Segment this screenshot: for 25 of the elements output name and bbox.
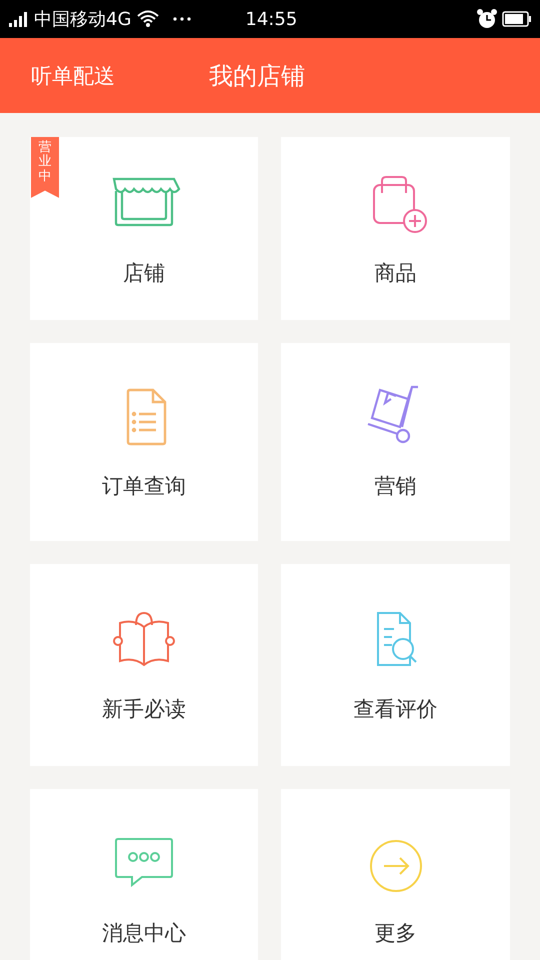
battery-icon — [502, 11, 532, 27]
menu-tile[interactable]: 营销 — [281, 343, 510, 541]
clock-time: 14:55 — [245, 8, 298, 30]
tile-label: 新手必读 — [102, 696, 186, 723]
wifi-icon — [137, 10, 160, 28]
menu-tile[interactable]: 订单查询 — [30, 343, 258, 541]
menu-tile[interactable]: 商品 — [281, 137, 510, 320]
carrier-name: 中国移动4G — [34, 8, 132, 31]
status-ribbon: 营业中 — [31, 137, 59, 198]
alarm-icon — [476, 8, 498, 30]
menu-tile[interactable]: 消息中心 — [30, 789, 258, 960]
menu-tile[interactable]: 更多 — [281, 789, 510, 960]
menu-tile[interactable]: 新手必读 — [30, 564, 258, 766]
menu-tile[interactable]: 营业中 店铺 — [30, 137, 258, 320]
tile-label: 商品 — [374, 260, 416, 286]
signal-icon — [8, 11, 30, 27]
tile-label: 查看评价 — [354, 696, 438, 723]
tile-label: 店铺 — [123, 260, 165, 286]
more-dots-icon — [173, 17, 192, 21]
tile-label: 营销 — [374, 473, 416, 500]
tile-label: 更多 — [374, 920, 416, 947]
menu-tile[interactable]: 查看评价 — [281, 564, 510, 766]
page-title: 我的店铺 — [209, 60, 305, 92]
tile-label: 订单查询 — [102, 473, 186, 500]
tile-label: 消息中心 — [102, 920, 186, 947]
